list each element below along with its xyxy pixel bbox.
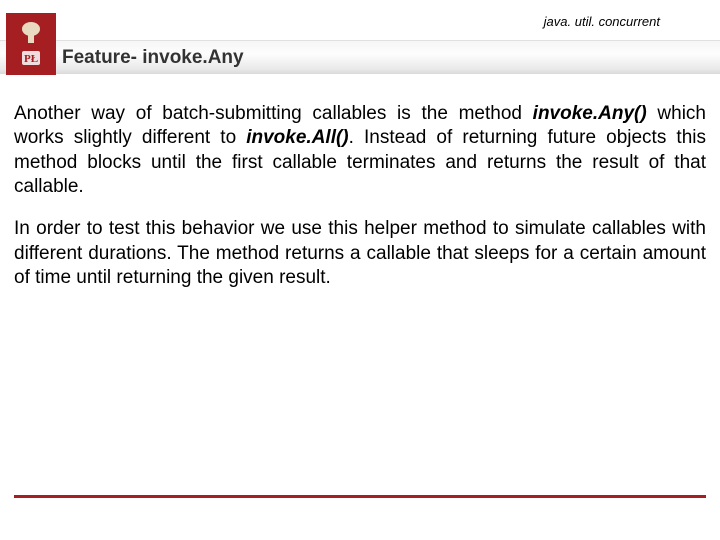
paragraph-1: Another way of batch-submitting callable… [14, 102, 706, 199]
svg-text:PŁ: PŁ [24, 53, 38, 65]
slide-body: Another way of batch-submitting callable… [0, 74, 720, 290]
university-logo-icon: PŁ [6, 13, 56, 75]
top-bar: java. util. concurrent [0, 0, 720, 40]
method-name-invokeany: invoke.Any() [533, 103, 647, 124]
text-run: Another way of batch-submitting callable… [14, 103, 533, 124]
paragraph-2: In order to test this behavior we use th… [14, 217, 706, 290]
footer-divider [14, 495, 706, 498]
slide: java. util. concurrent PŁ Feature- invok… [0, 0, 720, 540]
title-bar: PŁ Feature- invoke.Any [0, 40, 720, 74]
package-label: java. util. concurrent [544, 14, 660, 29]
slide-title: Feature- invoke.Any [62, 47, 244, 69]
method-name-invokeall: invoke.All() [246, 127, 348, 148]
